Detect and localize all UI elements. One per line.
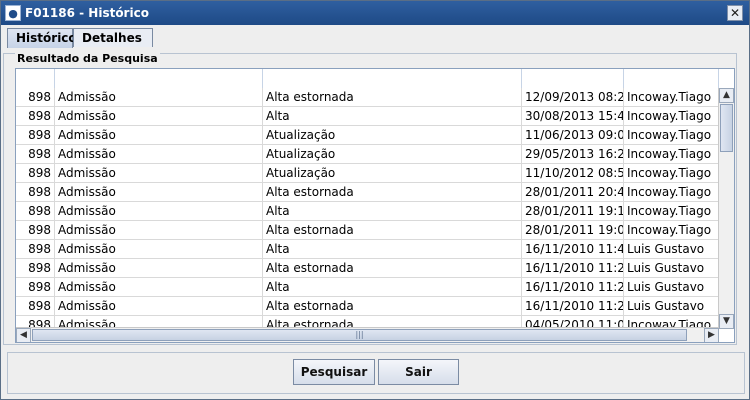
title-bar: ● F01186 - Histórico ✕ bbox=[1, 1, 749, 25]
cell-tipo: Admissão bbox=[55, 240, 263, 259]
cell-registrado-por: Incoway.Tiago bbox=[624, 221, 719, 240]
cell-transacao: Alta estornada bbox=[263, 259, 522, 278]
cell-id: 898 bbox=[16, 164, 55, 183]
scroll-up-icon[interactable]: ▲ bbox=[719, 88, 734, 103]
cell-tipo: Admissão bbox=[55, 164, 263, 183]
cell-transacao: Alta bbox=[263, 240, 522, 259]
cell-id: 898 bbox=[16, 88, 55, 107]
cell-data-transacao: 11/10/2012 08:57 bbox=[522, 164, 624, 183]
cell-tipo: Admissão bbox=[55, 221, 263, 240]
cell-data-transacao: 16/11/2010 11:25 bbox=[522, 259, 624, 278]
vertical-scrollbar[interactable]: ▲ ▼ bbox=[718, 88, 734, 329]
horizontal-scroll-thumb[interactable]: ||| bbox=[32, 329, 687, 341]
cell-registrado-por: Incoway.Tiago bbox=[624, 183, 719, 202]
exit-button[interactable]: Sair bbox=[378, 359, 459, 385]
cell-transacao: Atualização bbox=[263, 145, 522, 164]
cell-data-transacao: 16/11/2010 11:44 bbox=[522, 240, 624, 259]
cell-tipo: Admissão bbox=[55, 126, 263, 145]
cell-tipo: Admissão bbox=[55, 297, 263, 316]
table-row[interactable]: 898 Admissão Alta estornada 12/09/2013 0… bbox=[16, 88, 719, 107]
cell-id: 898 bbox=[16, 297, 55, 316]
button-bar: Pesquisar Sair bbox=[7, 352, 745, 394]
cell-registrado-por: Incoway.Tiago bbox=[624, 202, 719, 221]
scroll-down-icon[interactable]: ▼ bbox=[719, 314, 734, 329]
cell-id: 898 bbox=[16, 107, 55, 126]
results-group-title: Resultado da Pesquisa bbox=[15, 52, 160, 65]
results-table: ID Tipo Transação Data Transação Registr… bbox=[15, 68, 735, 343]
window-title: F01186 - Histórico bbox=[25, 6, 149, 20]
table-row[interactable]: 898 Admissão Atualização 29/05/2013 16:2… bbox=[16, 145, 719, 164]
cell-data-transacao: 29/05/2013 16:26 bbox=[522, 145, 624, 164]
cell-tipo: Admissão bbox=[55, 202, 263, 221]
column-header-tipo[interactable]: Tipo bbox=[55, 69, 263, 88]
search-button[interactable]: Pesquisar bbox=[293, 359, 375, 385]
scroll-left-icon[interactable]: ◀ bbox=[16, 328, 31, 342]
table-row[interactable]: 898 Admissão Alta estornada 28/01/2011 2… bbox=[16, 183, 719, 202]
cell-tipo: Admissão bbox=[55, 183, 263, 202]
cell-id: 898 bbox=[16, 278, 55, 297]
cell-data-transacao: 28/01/2011 19:10 bbox=[522, 202, 624, 221]
cell-tipo: Admissão bbox=[55, 107, 263, 126]
cell-registrado-por: Incoway.Tiago bbox=[624, 88, 719, 107]
cell-data-transacao: 28/01/2011 19:09 bbox=[522, 221, 624, 240]
table-row[interactable]: 898 Admissão Atualização 11/10/2012 08:5… bbox=[16, 164, 719, 183]
cell-registrado-por: Incoway.Tiago bbox=[624, 145, 719, 164]
table-row[interactable]: 898 Admissão Alta 30/08/2013 15:44 Incow… bbox=[16, 107, 719, 126]
cell-registrado-por: Incoway.Tiago bbox=[624, 126, 719, 145]
cell-registrado-por: Luis Gustavo bbox=[624, 259, 719, 278]
cell-id: 898 bbox=[16, 240, 55, 259]
table-row[interactable]: 898 Admissão Alta estornada 16/11/2010 1… bbox=[16, 297, 719, 316]
table-row[interactable]: 898 Admissão Alta 16/11/2010 11:44 Luis … bbox=[16, 240, 719, 259]
cell-data-transacao: 11/06/2013 09:03 bbox=[522, 126, 624, 145]
history-window: ● F01186 - Histórico ✕ Histórico Detalhe… bbox=[0, 0, 750, 400]
cell-id: 898 bbox=[16, 126, 55, 145]
cell-transacao: Atualização bbox=[263, 126, 522, 145]
app-logo-icon: ● bbox=[5, 5, 21, 21]
cell-registrado-por: Luis Gustavo bbox=[624, 278, 719, 297]
table-row[interactable]: 898 Admissão Alta estornada 28/01/2011 1… bbox=[16, 221, 719, 240]
cell-id: 898 bbox=[16, 202, 55, 221]
cell-data-transacao: 16/11/2010 11:24 bbox=[522, 297, 624, 316]
cell-transacao: Atualização bbox=[263, 164, 522, 183]
cell-transacao: Alta estornada bbox=[263, 88, 522, 107]
cell-id: 898 bbox=[16, 221, 55, 240]
tab-detalhes[interactable]: Detalhes bbox=[73, 28, 153, 47]
cell-data-transacao: 12/09/2013 08:28 bbox=[522, 88, 624, 107]
cell-data-transacao: 16/11/2010 11:24 bbox=[522, 278, 624, 297]
cell-data-transacao: 30/08/2013 15:44 bbox=[522, 107, 624, 126]
cell-transacao: Alta estornada bbox=[263, 221, 522, 240]
cell-transacao: Alta estornada bbox=[263, 297, 522, 316]
column-header-id[interactable]: ID bbox=[16, 69, 55, 88]
horizontal-scrollbar[interactable]: ◀ ||| ▶ bbox=[16, 327, 719, 342]
cell-registrado-por: Incoway.Tiago bbox=[624, 107, 719, 126]
cell-registrado-por: Incoway.Tiago bbox=[624, 164, 719, 183]
cell-data-transacao: 28/01/2011 20:44 bbox=[522, 183, 624, 202]
cell-transacao: Alta estornada bbox=[263, 183, 522, 202]
column-header-registrado-por[interactable]: Registrado por bbox=[624, 69, 719, 88]
vertical-scroll-thumb[interactable] bbox=[720, 104, 733, 152]
cell-tipo: Admissão bbox=[55, 88, 263, 107]
scroll-right-icon[interactable]: ▶ bbox=[704, 328, 719, 342]
table-row[interactable]: 898 Admissão Atualização 11/06/2013 09:0… bbox=[16, 126, 719, 145]
column-header-data-transacao[interactable]: Data Transação bbox=[522, 69, 624, 88]
cell-tipo: Admissão bbox=[55, 278, 263, 297]
cell-registrado-por: Luis Gustavo bbox=[624, 240, 719, 259]
cell-tipo: Admissão bbox=[55, 145, 263, 164]
column-header-transacao[interactable]: Transação bbox=[263, 69, 522, 88]
cell-tipo: Admissão bbox=[55, 259, 263, 278]
table-row[interactable]: 898 Admissão Alta 16/11/2010 11:24 Luis … bbox=[16, 278, 719, 297]
cell-id: 898 bbox=[16, 259, 55, 278]
tab-historico[interactable]: Histórico bbox=[7, 28, 77, 48]
cell-transacao: Alta bbox=[263, 107, 522, 126]
table-row[interactable]: 898 Admissão Alta estornada 16/11/2010 1… bbox=[16, 259, 719, 278]
table-row[interactable]: 898 Admissão Alta 28/01/2011 19:10 Incow… bbox=[16, 202, 719, 221]
cell-id: 898 bbox=[16, 183, 55, 202]
cell-registrado-por: Luis Gustavo bbox=[624, 297, 719, 316]
cell-id: 898 bbox=[16, 145, 55, 164]
cell-transacao: Alta bbox=[263, 202, 522, 221]
cell-transacao: Alta bbox=[263, 278, 522, 297]
close-button[interactable]: ✕ bbox=[727, 5, 743, 21]
